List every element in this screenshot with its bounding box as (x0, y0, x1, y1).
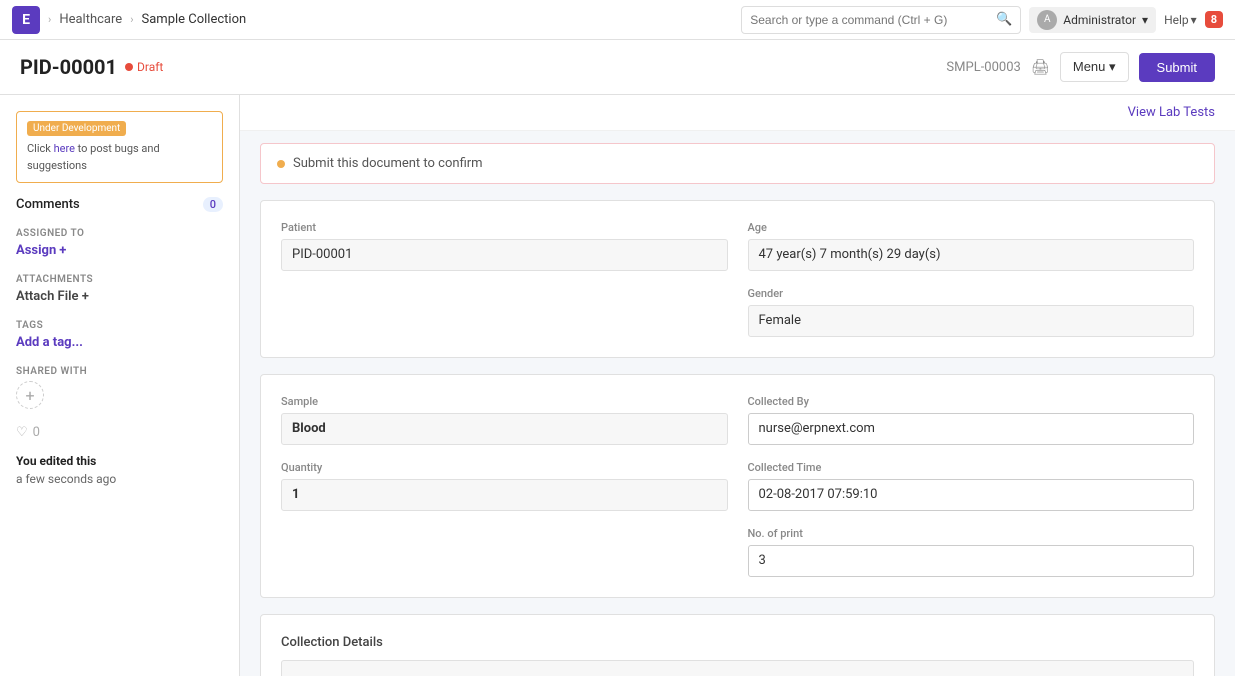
patient-row: Patient PID-00001 Age 47 year(s) 7 month… (281, 221, 1194, 271)
quantity-label: Quantity (281, 461, 728, 474)
collected-time-value: 02-08-2017 07:59:10 (748, 479, 1195, 511)
main-layout: Under Development Click here to post bug… (0, 95, 1235, 676)
no-of-print-label: No. of print (748, 527, 1195, 540)
user-name: Administrator (1063, 13, 1136, 27)
patient-section: Patient PID-00001 Age 47 year(s) 7 month… (260, 200, 1215, 358)
print-icon[interactable]: 🖨 (1031, 58, 1050, 76)
activity-row: You edited this a few seconds ago (16, 452, 223, 488)
like-count: 0 (33, 425, 40, 440)
no-of-print-spacer (281, 527, 728, 577)
menu-button[interactable]: Menu ▾ (1060, 52, 1129, 82)
search-icon: 🔍 (996, 12, 1012, 27)
add-tag-action[interactable]: Add a tag... (16, 335, 223, 350)
search-input[interactable] (750, 13, 996, 27)
breadcrumb-chevron-2: › (130, 13, 133, 26)
age-label: Age (748, 221, 1195, 234)
gender-row: Gender Female (281, 287, 1194, 337)
sidebar: Under Development Click here to post bug… (0, 95, 240, 676)
collection-details-section: Collection Details (260, 614, 1215, 676)
notification-badge[interactable]: 8 (1205, 11, 1223, 28)
comments-label: Comments (16, 197, 80, 212)
gender-value: Female (748, 305, 1195, 337)
status-badge: Draft (125, 60, 163, 74)
breadcrumb-sample-collection[interactable]: Sample Collection (142, 12, 247, 27)
dev-link[interactable]: here (54, 142, 75, 155)
comments-count: 0 (203, 197, 223, 212)
view-lab-tests-bar: View Lab Tests (240, 95, 1235, 131)
attachments-section: ATTACHMENTS Attach File + (16, 274, 223, 304)
sample-value: Blood (281, 413, 728, 445)
patient-value: PID-00001 (281, 239, 728, 271)
gender-spacer (281, 287, 728, 337)
collected-by-value: nurse@erpnext.com (748, 413, 1195, 445)
collected-by-col: Collected By nurse@erpnext.com (748, 395, 1195, 445)
alert-dot (277, 160, 285, 168)
gender-col: Gender Female (748, 287, 1195, 337)
collected-time-col: Collected Time 02-08-2017 07:59:10 (748, 461, 1195, 511)
activity-user: You edited this (16, 454, 96, 468)
assigned-to-section: ASSIGNED TO Assign + (16, 228, 223, 258)
view-lab-tests-link[interactable]: View Lab Tests (1128, 105, 1215, 120)
assign-action[interactable]: Assign + (16, 243, 223, 258)
breadcrumb-chevron-1: › (48, 13, 51, 26)
submit-button[interactable]: Submit (1139, 53, 1215, 82)
age-value: 47 year(s) 7 month(s) 29 day(s) (748, 239, 1195, 271)
patient-label: Patient (281, 221, 728, 234)
help-dropdown-icon: ▾ (1191, 13, 1197, 27)
no-of-print-col: No. of print 3 (748, 527, 1195, 577)
alert-banner: Submit this document to confirm (260, 143, 1215, 184)
like-row[interactable]: ♡ 0 (16, 425, 223, 440)
page-title: PID-00001 (20, 55, 117, 79)
gender-label: Gender (748, 287, 1195, 300)
form-container: Submit this document to confirm Patient … (240, 143, 1235, 676)
collected-time-label: Collected Time (748, 461, 1195, 474)
quantity-col: Quantity 1 (281, 461, 728, 511)
collection-details-label: Collection Details (281, 635, 1194, 650)
heart-icon: ♡ (16, 425, 28, 440)
main-content: View Lab Tests Submit this document to c… (240, 95, 1235, 676)
dev-badge: Under Development (27, 121, 126, 136)
help-label: Help (1164, 13, 1189, 27)
alert-text: Submit this document to confirm (293, 156, 483, 171)
no-of-print-row: No. of print 3 (281, 527, 1194, 577)
title-area: PID-00001 Draft (20, 55, 163, 79)
status-text: Draft (137, 60, 163, 74)
collection-details-value[interactable] (281, 660, 1194, 676)
no-of-print-value: 3 (748, 545, 1195, 577)
topnav: E › Healthcare › Sample Collection 🔍 A A… (0, 0, 1235, 40)
page-header: PID-00001 Draft SMPL-00003 🖨 Menu ▾ Subm… (0, 40, 1235, 95)
shared-with-section: SHARED WITH + (16, 366, 223, 409)
comments-section: Comments 0 (16, 197, 223, 212)
sample-col: Sample Blood (281, 395, 728, 445)
avatar: A (1037, 10, 1057, 30)
attachments-label: ATTACHMENTS (16, 274, 223, 285)
help-menu[interactable]: Help ▾ (1164, 13, 1197, 27)
shared-with-label: SHARED WITH (16, 366, 223, 377)
sample-section: Sample Blood Collected By nurse@erpnext.… (260, 374, 1215, 598)
quantity-row: Quantity 1 Collected Time 02-08-2017 07:… (281, 461, 1194, 511)
doc-id: SMPL-00003 (946, 60, 1020, 75)
tags-label: TAGS (16, 320, 223, 331)
age-col: Age 47 year(s) 7 month(s) 29 day(s) (748, 221, 1195, 271)
activity-time: a few seconds ago (16, 472, 116, 486)
user-dropdown-icon: ▾ (1142, 13, 1148, 27)
dev-text: Click here to post bugs and suggestions (27, 141, 212, 174)
app-logo[interactable]: E (12, 6, 40, 34)
assigned-to-label: ASSIGNED TO (16, 228, 223, 239)
search-bar[interactable]: 🔍 (741, 6, 1021, 34)
patient-col: Patient PID-00001 (281, 221, 728, 271)
attach-file-action[interactable]: Attach File + (16, 289, 223, 304)
shared-add-button[interactable]: + (16, 381, 44, 409)
breadcrumb-healthcare[interactable]: Healthcare (59, 12, 122, 27)
tags-section: TAGS Add a tag... (16, 320, 223, 350)
header-actions: SMPL-00003 🖨 Menu ▾ Submit (946, 52, 1215, 82)
quantity-value: 1 (281, 479, 728, 511)
status-dot (125, 63, 133, 71)
dev-notice: Under Development Click here to post bug… (16, 111, 223, 183)
sample-label: Sample (281, 395, 728, 408)
sample-row: Sample Blood Collected By nurse@erpnext.… (281, 395, 1194, 445)
user-menu[interactable]: A Administrator ▾ (1029, 7, 1156, 33)
collected-by-label: Collected By (748, 395, 1195, 408)
